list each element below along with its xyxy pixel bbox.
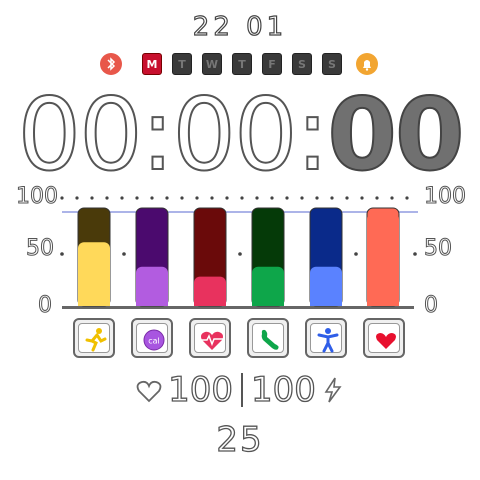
tile-running[interactable] xyxy=(73,318,115,358)
weekday-wed: W xyxy=(202,53,222,75)
time-colon-1: : xyxy=(140,76,176,193)
footprint-icon xyxy=(261,329,279,350)
heart-outline-icon xyxy=(136,380,162,403)
person-icon xyxy=(317,328,339,353)
activity-bars-chart xyxy=(60,196,418,309)
grid-dot xyxy=(165,196,169,200)
weekday-sat: S xyxy=(292,53,312,75)
tile-activity[interactable] xyxy=(305,318,347,358)
grid-dot xyxy=(285,196,289,200)
tile-steps[interactable] xyxy=(247,318,289,358)
grid-dot xyxy=(240,196,244,200)
weekday-tue: T xyxy=(172,53,192,75)
weekday-row: M T W T F S S xyxy=(98,53,382,77)
time-minutes: 00 xyxy=(171,76,298,193)
date-display: 22 01 xyxy=(192,11,288,42)
bluetooth-icon[interactable] xyxy=(100,53,122,75)
grid-dot xyxy=(60,196,64,200)
alarm-bell-icon[interactable] xyxy=(356,53,378,75)
heart-rate-value: 100 xyxy=(167,369,233,410)
bar-fill-base-3 xyxy=(252,300,284,306)
grid-dot xyxy=(345,196,349,200)
stats-divider xyxy=(241,373,243,407)
grid-dot xyxy=(105,196,109,200)
mid-dot xyxy=(60,252,64,256)
mid-dot xyxy=(354,252,358,256)
bar-fill-base-1 xyxy=(136,300,168,306)
tile-heart[interactable] xyxy=(363,318,405,358)
grid-dot xyxy=(135,196,139,200)
grid-dot xyxy=(300,196,304,200)
bar-fill-base-0 xyxy=(78,300,110,306)
grid-dot xyxy=(120,196,124,200)
grid-dot xyxy=(225,196,229,200)
mid-dot xyxy=(238,252,242,256)
chart-baseline xyxy=(62,306,414,309)
grid-dot xyxy=(390,196,394,200)
stats-row: 100 100 xyxy=(0,369,480,414)
weekday-thu: T xyxy=(232,53,252,75)
grid-dot xyxy=(330,196,334,200)
bar-fill-base-2 xyxy=(194,300,226,306)
mid-dot xyxy=(413,252,417,256)
grid-dot xyxy=(405,196,409,200)
bar-fill-base-4 xyxy=(310,300,342,306)
time-seconds: 00 xyxy=(326,76,465,193)
grid-dot xyxy=(270,196,274,200)
time-display: 00:00:00 xyxy=(0,79,480,191)
tile-calories[interactable]: cal xyxy=(131,318,173,358)
grid-dot xyxy=(375,196,379,200)
tile-heart-rate[interactable] xyxy=(189,318,231,358)
time-colon-2: : xyxy=(295,76,331,193)
heart-icon xyxy=(376,333,396,349)
grid-dot xyxy=(315,196,319,200)
grid-dot xyxy=(195,196,199,200)
grid-dot xyxy=(360,196,364,200)
running-person-icon xyxy=(85,328,107,352)
lightning-icon xyxy=(324,377,342,403)
bar-fill-5 xyxy=(367,212,399,306)
grid-dot xyxy=(210,196,214,200)
steps-value: 25 xyxy=(216,419,264,460)
mid-dot xyxy=(122,252,126,256)
heart-rate-icon xyxy=(201,331,223,350)
battery-value: 100 xyxy=(250,369,316,410)
grid-dot xyxy=(90,196,94,200)
weekday-mon: M xyxy=(142,53,162,75)
weekday-fri: F xyxy=(262,53,282,75)
grid-dot xyxy=(255,196,259,200)
calories-icon: cal xyxy=(143,329,165,351)
svg-text:cal: cal xyxy=(148,337,160,346)
weekday-sun: S xyxy=(322,53,342,75)
grid-dot xyxy=(150,196,154,200)
grid-dot xyxy=(75,196,79,200)
time-hours: 00 xyxy=(16,76,143,193)
grid-dot xyxy=(180,196,184,200)
bar-fill-0 xyxy=(78,242,110,306)
bar-fill-base-5 xyxy=(367,300,399,306)
